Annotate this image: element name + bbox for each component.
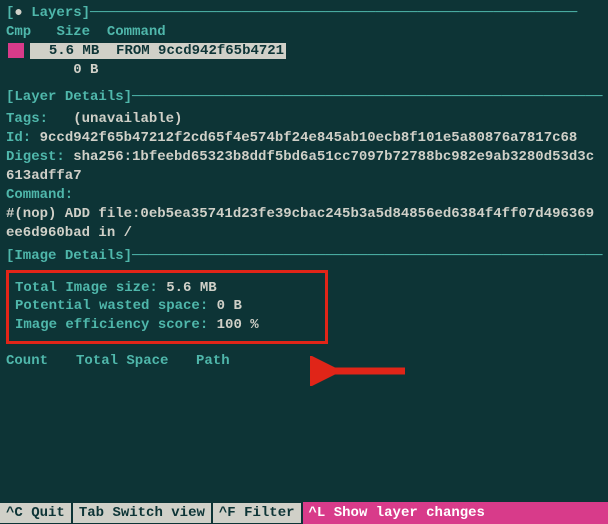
image-details-title: Image Details	[14, 248, 123, 264]
command-value-row: #(nop) ADD file:0eb5ea35741d23fe39cbac24…	[6, 205, 602, 243]
layers-section-header: [● Layers]──────────────────────────────…	[6, 4, 602, 23]
layers-title: Layers	[31, 5, 81, 21]
filter-shortcut[interactable]: ^F Filter	[213, 502, 301, 524]
layer-row[interactable]: 0 B	[6, 61, 602, 80]
layer-row-selected[interactable]: 5.6 MB FROM 9ccd942f65b4721	[6, 42, 602, 61]
total-image-size-row: Total Image size: 5.6 MB	[15, 279, 317, 298]
show-layer-changes-shortcut[interactable]: ^L Show layer changes	[303, 502, 608, 524]
layer-selected-marker	[8, 43, 24, 58]
switch-view-shortcut[interactable]: Tab Switch view	[73, 502, 211, 524]
layer0-size: 5.6 MB	[49, 43, 99, 59]
quit-shortcut[interactable]: ^C Quit	[0, 502, 71, 524]
layer0-command: FROM 9ccd942f65b4721	[116, 43, 284, 59]
layer-details-title: Layer Details	[14, 89, 123, 105]
id-row: Id: 9ccd942f65b47212f2cd65f4e574bf24e845…	[6, 129, 602, 148]
path-table-header: CountTotal SpacePath	[6, 352, 602, 371]
status-bar: ^C Quit Tab Switch view ^F Filter ^L Sho…	[0, 503, 608, 523]
image-stats-highlight-box: Total Image size: 5.6 MB Potential waste…	[6, 270, 328, 345]
tags-row: Tags: (unavailable)	[6, 110, 602, 129]
layer-details-section-header: [Layer Details]─────────────────────────…	[6, 88, 602, 107]
efficiency-row: Image efficiency score: 100 %	[15, 316, 317, 335]
image-details-section-header: [Image Details]─────────────────────────…	[6, 247, 602, 266]
layer1-size: 0 B	[73, 62, 98, 78]
layers-columns: Cmp Size Command	[6, 23, 602, 42]
digest-row: Digest: sha256:1bfeebd65323b8ddf5bd6a51c…	[6, 148, 602, 186]
command-label-row: Command:	[6, 186, 602, 205]
wasted-space-row: Potential wasted space: 0 B	[15, 297, 317, 316]
